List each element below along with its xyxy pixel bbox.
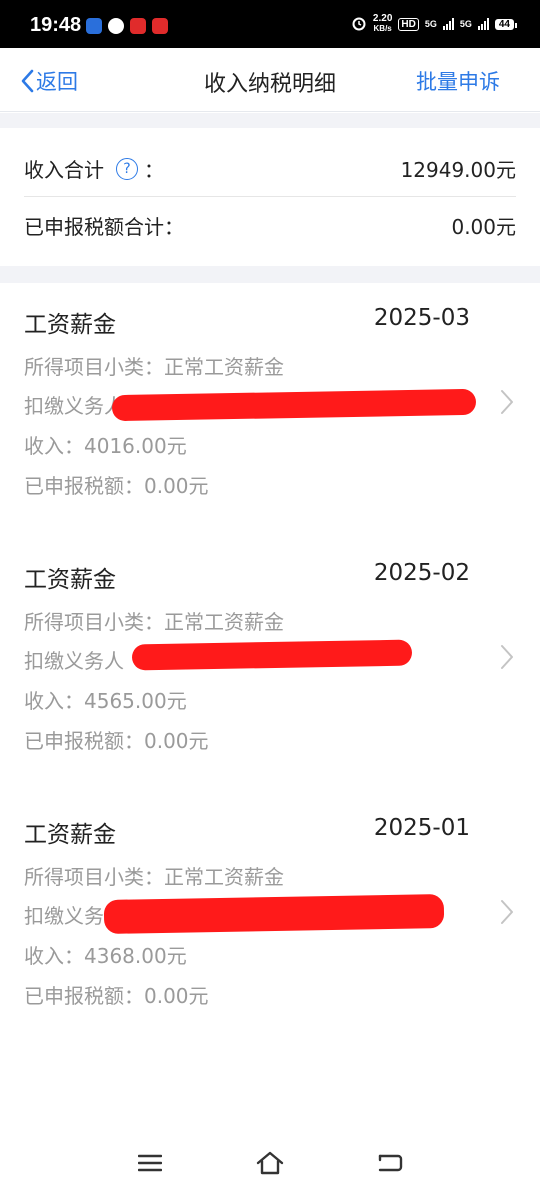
record-tax: 已申报税额：0.00元 (24, 729, 209, 753)
summary-card: 收入合计 ? ： 12949.00元 已申报税额合计： 0.00元 (0, 128, 540, 266)
status-time: 19:48 (30, 14, 82, 36)
alarm-icon (351, 15, 367, 34)
sim2-label: 5G (459, 19, 472, 29)
record-subcategory: 所得项目小类：正常工资薪金 (24, 610, 284, 634)
status-indicators: 2.20 KB/s HD 5G 5G 44 (351, 13, 518, 34)
record-payer: 扣缴义务 (24, 904, 104, 928)
tax-total-value: 0.00元 (451, 214, 516, 239)
income-record[interactable]: 工资薪金 2025-03 所得项目小类：正常工资薪金 扣缴义务人 收入：4016… (0, 283, 540, 538)
menu-button[interactable] (135, 1148, 165, 1178)
income-total-value: 12949.00元 (400, 158, 516, 182)
record-payer: 扣缴义务人 (24, 649, 124, 673)
battery-icon: 44 (494, 18, 518, 30)
system-nav-bar (0, 1134, 540, 1194)
signal-icon-2 (477, 18, 489, 30)
redaction-mark (103, 894, 445, 934)
record-month: 2025-03 (373, 305, 470, 331)
redaction-mark (111, 388, 477, 422)
batch-appeal-button[interactable]: 批量申诉 (416, 66, 500, 96)
income-total-colon: ： (144, 158, 164, 182)
record-type: 工资薪金 (24, 822, 116, 848)
record-month: 2025-02 (373, 560, 470, 586)
status-bar: 19:48 2.20 KB/s HD 5G 5G 44 (0, 0, 540, 48)
tax-total-row: 已申报税额合计： 0.00元 (24, 197, 516, 253)
record-type: 工资薪金 (24, 312, 116, 338)
return-button[interactable] (375, 1148, 405, 1178)
return-icon (378, 1154, 403, 1172)
message-notification-icon (108, 18, 124, 34)
signal-icon (442, 18, 454, 30)
record-income: 收入：4016.00元 (24, 434, 187, 458)
chevron-right-icon (501, 390, 513, 414)
app-notification-icon-3 (152, 18, 168, 34)
sim1-label: 5G (424, 19, 437, 29)
chevron-right-icon (501, 900, 513, 924)
record-payer: 扣缴义务人 (24, 394, 124, 418)
question-circle-icon[interactable]: ? (116, 157, 138, 180)
hd-badge: HD (398, 17, 419, 31)
record-tax: 已申报税额：0.00元 (24, 474, 209, 498)
income-total-row: 收入合计 ? ： 12949.00元 (24, 141, 516, 197)
home-icon (256, 1151, 284, 1175)
section-divider (0, 113, 540, 128)
tax-total-label: 已申报税额合计： (24, 214, 184, 239)
app-notification-icon (86, 18, 102, 34)
section-divider (0, 266, 540, 283)
notification-icons (86, 18, 168, 34)
record-type: 工资薪金 (24, 567, 116, 593)
menu-icon (138, 1154, 162, 1172)
record-income: 收入：4565.00元 (24, 689, 187, 713)
redaction-mark (131, 639, 413, 671)
home-button[interactable] (255, 1148, 285, 1178)
record-income: 收入：4368.00元 (24, 944, 187, 968)
record-tax: 已申报税额：0.00元 (24, 984, 209, 1008)
record-subcategory: 所得项目小类：正常工资薪金 (24, 355, 284, 379)
chevron-right-icon (501, 645, 513, 669)
record-month: 2025-01 (373, 815, 470, 841)
income-total-label: 收入合计 (24, 158, 104, 182)
record-subcategory: 所得项目小类：正常工资薪金 (24, 865, 284, 889)
network-speed: 2.20 KB/s (372, 13, 393, 34)
app-notification-icon-2 (130, 18, 146, 34)
income-record[interactable]: 工资薪金 2025-02 所得项目小类：正常工资薪金 扣缴义务人 收入：4565… (0, 538, 540, 793)
nav-bar: 返回 收入纳税明细 批量申诉 (0, 48, 540, 112)
income-record[interactable]: 工资薪金 2025-01 所得项目小类：正常工资薪金 扣缴义务 收入：4368.… (0, 793, 540, 1048)
